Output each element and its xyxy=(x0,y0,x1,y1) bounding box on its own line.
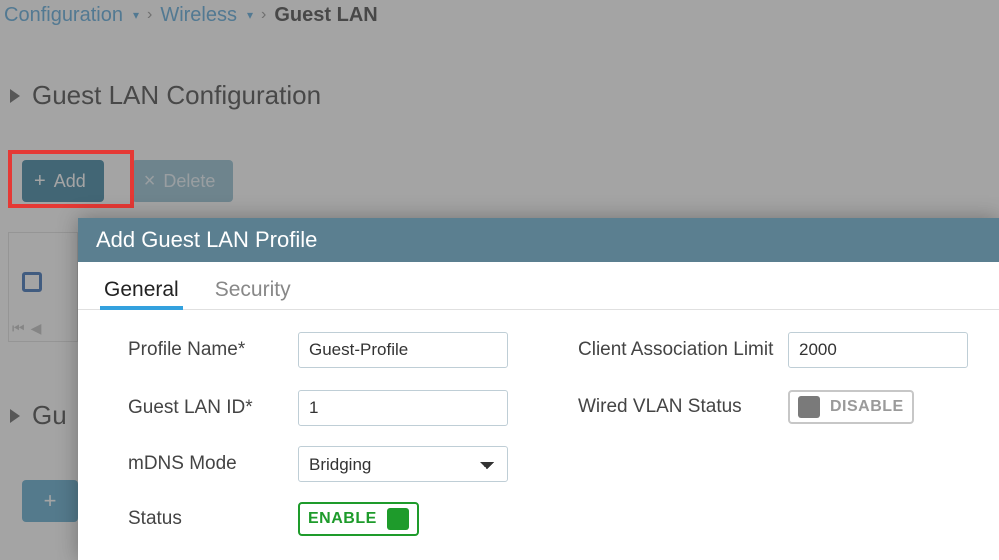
toggle-knob-icon xyxy=(387,508,409,530)
page-prev-icon[interactable]: ◀ xyxy=(31,320,42,337)
page-title: Guest LAN Configuration xyxy=(32,80,321,111)
chevron-down-icon[interactable]: ▾ xyxy=(247,8,253,22)
wired-vlan-toggle-text: DISABLE xyxy=(830,398,904,416)
status-label: Status xyxy=(128,508,298,530)
breadcrumb-current: Guest LAN xyxy=(274,4,377,27)
toggle-knob-icon xyxy=(798,396,820,418)
guest-lan-id-input[interactable] xyxy=(298,390,508,426)
client-assoc-limit-input[interactable] xyxy=(788,332,968,368)
client-assoc-limit-label: Client Association Limit xyxy=(578,339,788,361)
chevron-right-icon xyxy=(10,409,20,423)
chevron-right-icon: › xyxy=(147,6,152,24)
add-guest-lan-profile-modal: Add Guest LAN Profile General Security P… xyxy=(78,218,999,560)
checkbox[interactable] xyxy=(22,272,42,292)
guest-lan-id-label: Guest LAN ID* xyxy=(128,397,298,419)
status-toggle-text: ENABLE xyxy=(308,510,377,528)
tab-general[interactable]: General xyxy=(100,272,183,309)
pager[interactable]: ⏮ ◀ xyxy=(12,320,41,337)
section-2-label: Gu xyxy=(32,400,67,431)
add-button-2[interactable]: + xyxy=(22,480,78,522)
wired-vlan-status-label: Wired VLAN Status xyxy=(578,396,788,418)
x-icon xyxy=(144,170,156,193)
wired-vlan-status-toggle[interactable]: DISABLE xyxy=(788,390,914,424)
modal-title: Add Guest LAN Profile xyxy=(96,227,317,253)
profile-name-input[interactable] xyxy=(298,332,508,368)
chevron-right-icon: › xyxy=(261,6,266,24)
page-first-icon[interactable]: ⏮ xyxy=(12,320,25,337)
chevron-down-icon[interactable]: ▾ xyxy=(133,8,139,22)
add-button-label: Add xyxy=(54,171,86,192)
plus-icon xyxy=(34,170,46,193)
toolbar: Add Delete xyxy=(22,160,233,202)
modal-titlebar: Add Guest LAN Profile xyxy=(78,218,999,262)
breadcrumb: Configuration ▾ › Wireless ▾ › Guest LAN xyxy=(0,0,378,30)
status-toggle[interactable]: ENABLE xyxy=(298,502,419,536)
mdns-mode-select[interactable]: Bridging xyxy=(298,446,508,482)
mdns-mode-label: mDNS Mode xyxy=(128,453,298,475)
section-header-2[interactable]: Gu xyxy=(10,400,67,431)
plus-icon: + xyxy=(44,488,57,514)
delete-button[interactable]: Delete xyxy=(132,160,234,202)
breadcrumb-wireless[interactable]: Wireless xyxy=(160,4,237,27)
breadcrumb-configuration[interactable]: Configuration xyxy=(4,4,123,27)
profile-name-label: Profile Name* xyxy=(128,339,298,361)
section-header[interactable]: Guest LAN Configuration xyxy=(10,80,321,111)
modal-body: Profile Name* Guest LAN ID* mDNS Mode Br… xyxy=(78,310,999,560)
tab-security[interactable]: Security xyxy=(211,272,295,309)
delete-button-label: Delete xyxy=(163,171,215,192)
chevron-right-icon xyxy=(10,89,20,103)
modal-tabs: General Security xyxy=(78,262,999,310)
add-button[interactable]: Add xyxy=(22,160,104,202)
